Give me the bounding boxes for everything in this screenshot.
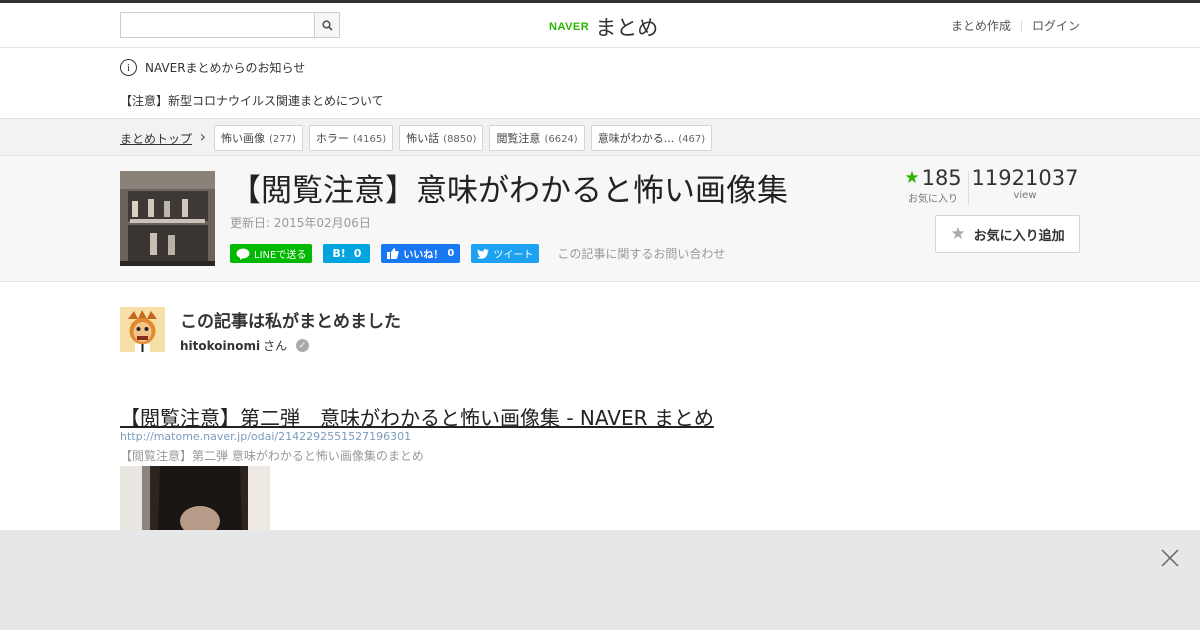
favorites-label: お気に入り <box>908 194 958 205</box>
author-box: この記事は私がまとめました hitokoinomi さん ✓ <box>120 307 720 357</box>
author-name: hitokoinomi さん ✓ <box>180 337 310 354</box>
tweet-label: ツイート <box>493 250 534 261</box>
article-thumbnail <box>120 171 215 266</box>
link-card-description: 【閲覧注意】第二弾 意味がわかると怖い画像集のまとめ <box>120 449 424 463</box>
author-name-link[interactable]: hitokoinomi <box>180 339 260 353</box>
verified-check-icon: ✓ <box>296 339 310 352</box>
breadcrumb: まとめトップ 怖い画像(277) ホラー(4165) 怖い話(8850) 閲覧注… <box>0 119 1200 156</box>
notice-link[interactable]: 【注意】新型コロナウイルス関連まとめについて <box>120 92 384 109</box>
divider <box>1020 19 1022 32</box>
add-favorite-button[interactable]: ★ お気に入り追加 <box>935 215 1080 253</box>
author-suffix: さん <box>263 339 288 353</box>
login-link[interactable]: ログイン <box>1032 17 1080 34</box>
tag-count: (8850) <box>443 134 477 145</box>
tag-link[interactable]: 意味がわかる... (467) <box>590 125 713 151</box>
article-stats: ★ 185 お気に入り 11921037 view <box>898 166 1081 205</box>
line-label: LINEで送る <box>254 250 307 261</box>
favorites-count: 185 <box>921 166 962 190</box>
tag-count: (467) <box>678 134 706 145</box>
add-favorite-label: お気に入り追加 <box>973 228 1065 244</box>
article-header: 【閲覧注意】意味がわかると怖い画像集 更新日: 2015年02月06日 LINE… <box>0 156 1200 282</box>
views-count: 11921037 <box>971 166 1079 190</box>
logo-brand: NAVER <box>549 21 590 33</box>
hatena-icon: B! <box>332 247 346 260</box>
link-card-image[interactable] <box>120 466 270 536</box>
star-icon: ★ <box>904 168 920 188</box>
tag-link[interactable]: 閲覧注意 (6624) <box>489 125 585 151</box>
tag-link[interactable]: 怖い話 (8850) <box>399 125 484 151</box>
star-icon: ★ <box>950 224 966 244</box>
line-icon <box>236 248 250 260</box>
favorites-stat: ★ 185 お気に入り <box>898 166 968 205</box>
tag-link[interactable]: 怖い画像 (277) <box>214 125 303 151</box>
line-share-button[interactable]: LINEで送る <box>230 244 313 263</box>
hatena-count: 0 <box>353 247 362 260</box>
tag-count: (277) <box>269 134 296 145</box>
site-logo[interactable]: NAVER まとめ <box>549 12 658 42</box>
views-stat: 11921037 view <box>969 166 1081 205</box>
logo-text: まとめ <box>595 16 659 40</box>
close-button[interactable] <box>1160 548 1180 568</box>
share-bar: LINEで送る B! 0 いいね！ 0 ツイート この記事に関するお問い合わせ <box>230 244 725 263</box>
tag-label: 意味がわかる... <box>597 132 675 145</box>
twitter-bird-icon <box>477 248 490 259</box>
author-heading: この記事は私がまとめました <box>180 312 401 332</box>
tag-label: ホラー <box>315 132 349 145</box>
hatena-bookmark-button[interactable]: B! 0 <box>323 244 371 263</box>
search-button[interactable] <box>314 13 339 37</box>
facebook-label: いいね！ <box>403 250 444 261</box>
search-box <box>120 12 340 38</box>
tag-label: 怖い話 <box>406 132 440 145</box>
tag-link[interactable]: ホラー (4165) <box>308 125 394 151</box>
link-card-title[interactable]: 【閲覧注意】第二弾 意味がわかると怖い画像集 - NAVER まとめ <box>120 402 714 431</box>
tag-count: (6624) <box>544 134 578 145</box>
tag-label: 閲覧注意 <box>496 132 541 145</box>
facebook-count: 0 <box>447 248 455 259</box>
notice-heading: NAVERまとめからのお知らせ <box>145 61 306 75</box>
breadcrumb-top-link[interactable]: まとめトップ <box>120 127 206 147</box>
facebook-like-button[interactable]: いいね！ 0 <box>381 244 461 263</box>
header-links: まとめ作成 ログイン <box>951 17 1080 34</box>
contact-link[interactable]: この記事に関するお問い合わせ <box>557 245 725 262</box>
tag-label: 怖い画像 <box>221 132 266 145</box>
link-card-url[interactable]: http://matome.naver.jp/odai/214229255152… <box>120 430 411 443</box>
search-icon <box>321 19 333 31</box>
ad-overlay-banner <box>0 530 1200 630</box>
site-header: NAVER まとめ まとめ作成 ログイン <box>0 3 1200 48</box>
search-input[interactable] <box>121 13 314 37</box>
updated-date: 更新日: 2015年02月06日 <box>230 216 371 230</box>
tweet-button[interactable]: ツイート <box>471 244 540 263</box>
info-icon: i <box>120 59 137 76</box>
views-label: view <box>1013 190 1037 201</box>
thumbs-up-icon <box>387 248 400 259</box>
article-title: 【閲覧注意】意味がわかると怖い画像集 <box>230 173 788 209</box>
notice-area: i NAVERまとめからのお知らせ 【注意】新型コロナウイルス関連まとめについて <box>0 48 1200 119</box>
tag-count: (4165) <box>352 134 387 145</box>
avatar[interactable] <box>120 307 165 352</box>
create-matome-link[interactable]: まとめ作成 <box>951 17 1011 34</box>
close-icon <box>1161 549 1179 567</box>
